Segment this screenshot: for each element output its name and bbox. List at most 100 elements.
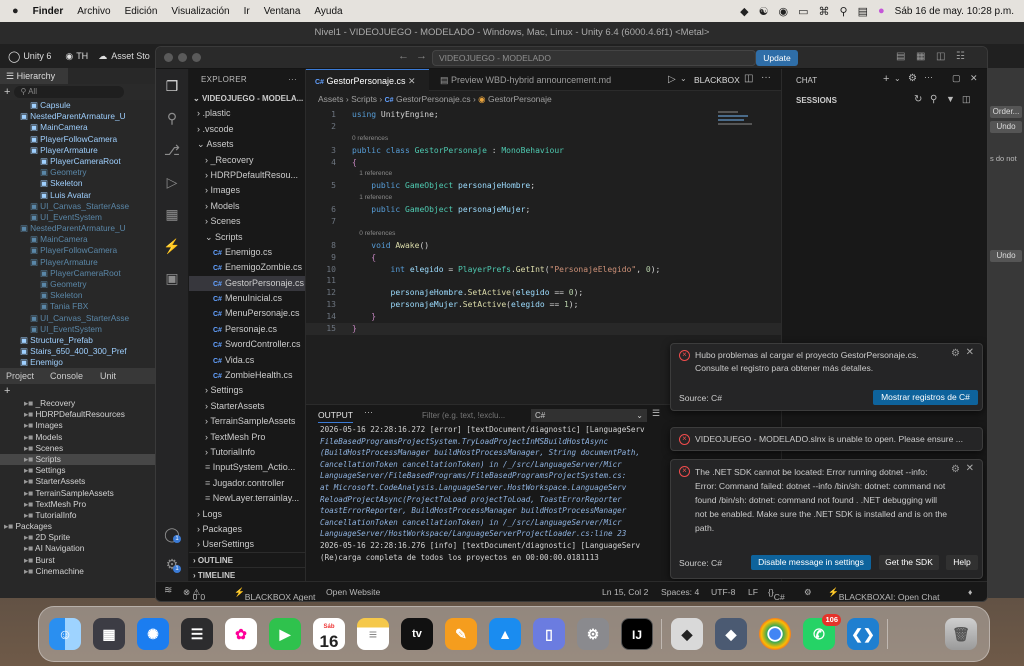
notification-close-icon[interactable]: ✕ [966,463,974,474]
hierarchy-search[interactable]: ⚲ All [14,86,125,98]
command-center-search[interactable]: VIDEOJUEGO - MODELADO [432,50,756,66]
project-folder[interactable]: ▸■ StarterAssets [0,476,155,487]
notification-settings-icon[interactable]: ⚙ [951,464,960,475]
hierarchy-item[interactable]: ▣ NestedParentArmature_U [0,111,155,122]
folder-item[interactable]: › TerrainSampleAssets [189,414,305,429]
project-folder[interactable]: ▸■ 2D Sprite [0,532,155,543]
project-folder[interactable]: ▸■ _Recovery [0,398,155,409]
output-channel-select[interactable]: C# ⌄ [531,409,647,422]
sessions-layout-icon[interactable]: ◫ [962,94,971,105]
record-icon[interactable]: ◉ [779,5,789,18]
close-tab-icon[interactable]: ✕ [408,76,416,86]
chat-settings-icon[interactable]: ⚙ [908,73,917,84]
eol-status[interactable]: LF [748,587,758,597]
file-item[interactable]: C# Personaje.cs [189,322,305,337]
hierarchy-item[interactable]: ▣ Structure_Prefab [0,335,155,346]
tab-project[interactable]: Project [0,368,50,384]
hierarchy-item[interactable]: ▣ PlayerArmature [0,257,155,268]
hierarchy-item[interactable]: ▣ Skeleton [0,290,155,301]
notifications-bell-icon[interactable]: ♦ [968,587,972,597]
hierarchy-item[interactable]: ▣ PlayerFollowCamera [0,134,155,145]
hierarchy-item[interactable]: ▣ UI_Canvas_StarterAsse [0,313,155,324]
crumb-assets[interactable]: Assets [318,94,344,104]
status-icon[interactable]: ☯ [759,5,769,18]
zoom-window-button[interactable] [192,53,201,62]
cloud-icon[interactable]: ☁ [98,51,107,62]
reminders-icon[interactable]: ☰ [181,618,213,650]
copilot-icon[interactable]: ⚙ [804,587,812,598]
language-status[interactable]: {} C# [768,587,785,601]
output-log[interactable]: 2026-05-16 22:28:16.272 [error] [textDoc… [320,424,675,563]
hierarchy-item[interactable]: ▣ PlayerCameraRoot [0,156,155,167]
jetbrains-icon[interactable]: IJ [621,618,653,650]
file-item[interactable]: ≡ NewLayer.terrainlay... [189,491,305,506]
new-chat-icon[interactable]: + [883,73,889,85]
file-item[interactable]: C# ZombieHealth.cs [189,368,305,383]
file-item[interactable]: C# EnemigoZombie.cs [189,260,305,275]
forward-arrow-icon[interactable]: → [416,50,427,62]
project-add-icon[interactable]: + [4,385,10,397]
folder-item[interactable]: › Settings [189,383,305,398]
finder-icon[interactable]: ☺ [49,618,81,650]
trash-icon[interactable]: 🗑 [945,618,977,650]
hierarchy-item[interactable]: ▣ UI_Canvas_StarterAsse [0,201,155,212]
run-icon[interactable]: ▷ [668,74,676,85]
editor-more-icon[interactable]: ··· [761,72,771,83]
project-folder[interactable]: ▸■ Cinemachine [0,566,155,577]
remote-icon[interactable]: ≋ [164,585,172,596]
crumb-file[interactable]: GestorPersonaje.cs [396,94,471,104]
folder-item[interactable]: ⌄ Assets [189,137,305,152]
hierarchy-item[interactable]: ▣ Stairs_650_400_300_Pref [0,346,155,357]
problems-indicator[interactable]: ⊗ 0 ⚠ 0 [183,587,205,601]
hierarchy-item[interactable]: ▣ Geometry [0,167,155,178]
chat-more-icon[interactable]: ··· [924,72,933,82]
file-item[interactable]: ≡ InputSystem_Actio... [189,460,305,475]
file-item[interactable]: C# MenuPersonaje.cs [189,306,305,321]
add-icon[interactable]: + [4,86,10,98]
hierarchy-item[interactable]: ▣ Tania FBX [0,301,155,312]
project-folder[interactable]: ▸■ AI Navigation [0,543,155,554]
folder-item[interactable]: › Models [189,199,305,214]
account-icon[interactable]: ◉ [65,51,73,62]
sidebar-toggle-icon[interactable]: ◫ [936,51,945,62]
tab-gestorpersonaje[interactable]: C# GestorPersonaje.cs ✕ [306,69,429,91]
open-website-status[interactable]: Open Website [326,587,380,597]
folder-item[interactable]: › UserSettings [189,537,305,552]
search-icon[interactable]: ⚲ [163,109,181,127]
asset-store-label[interactable]: Asset Sto [111,51,150,61]
output-filter-input[interactable]: Filter (e.g. text, !exclu... [414,409,526,422]
chrome-icon[interactable] [759,618,791,650]
folder-item[interactable]: › .plastic [189,106,305,121]
hierarchy-tab[interactable]: ☰ Hierarchy [0,68,68,84]
hierarchy-item[interactable]: ▣ Enemigo [0,357,155,368]
menu-ventana[interactable]: Ventana [264,6,301,17]
refresh-icon[interactable]: ↻ [914,94,922,105]
siri-icon[interactable]: ● [878,5,885,17]
folder-item[interactable]: › Scenes [189,214,305,229]
folder-item[interactable]: › TutorialInfo [189,445,305,460]
extensions-icon[interactable]: ▦ [163,205,181,223]
back-arrow-icon[interactable]: ← [398,50,409,62]
menu-visualizacion[interactable]: Visualización [171,6,229,17]
outline-section[interactable]: › OUTLINE [189,552,306,567]
menu-archivo[interactable]: Archivo [77,6,110,17]
folder-item[interactable]: › TextMesh Pro [189,430,305,445]
notification-close-icon[interactable]: ✕ [966,347,974,358]
project-folder[interactable]: ▸■ Scripts [0,453,155,466]
project-folder[interactable]: ▸■ HDRPDefaultResources [0,409,155,420]
explorer-more-icon[interactable]: ··· [288,69,297,91]
pages-icon[interactable]: ✎ [445,618,477,650]
folder-item[interactable]: › Logs [189,507,305,522]
spotlight-search-icon[interactable]: ⚲ [840,5,848,18]
blackbox-button[interactable]: BLACKBOX [694,75,740,85]
hierarchy-item[interactable]: ▣ Capsule [0,100,155,111]
get-sdk-button[interactable]: Get the SDK [879,555,939,570]
source-control-icon[interactable]: ⎇ [163,141,181,159]
close-window-button[interactable] [164,53,173,62]
notification-settings-icon[interactable]: ⚙ [951,348,960,359]
tab-console[interactable]: Console [50,368,100,384]
help-button[interactable]: Help [946,555,978,570]
code-editor[interactable]: 1 using UnityEngine; 2 0 references 3 public … [306,109,781,335]
photos-icon[interactable]: ✿ [225,618,257,650]
file-item[interactable]: C# Vida.cs [189,353,305,368]
